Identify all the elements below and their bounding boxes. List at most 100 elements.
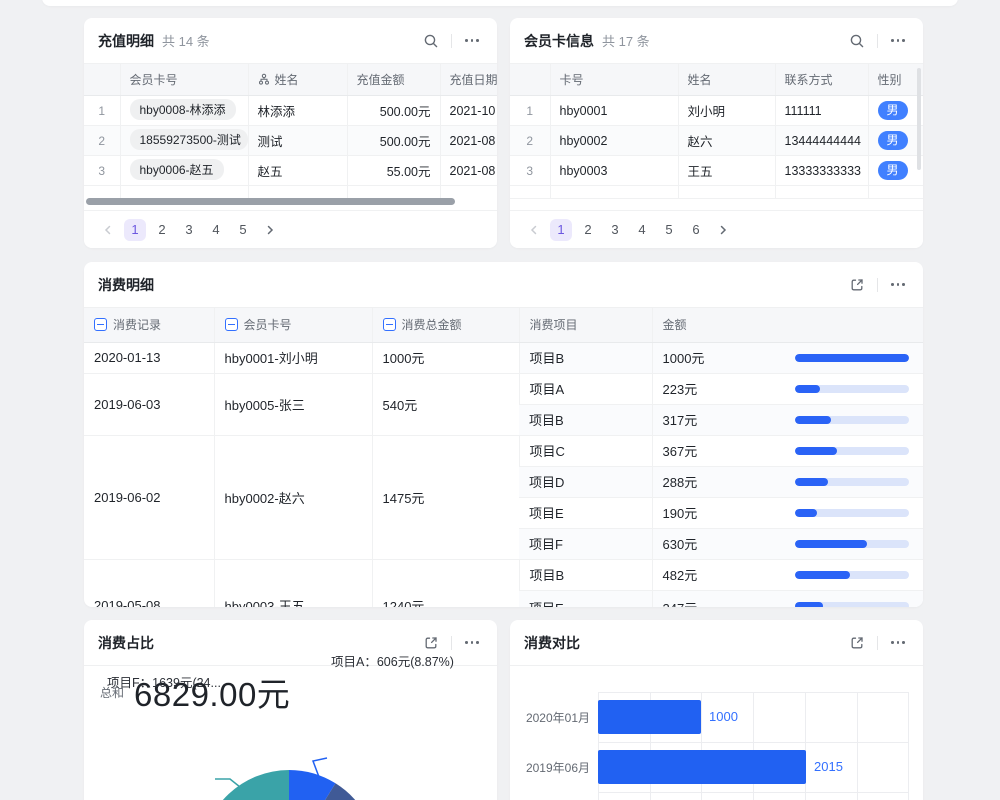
table-row: 2019-06-02hby0002-赵六1475元项目C367元 <box>84 435 923 466</box>
member-card-pill: hby0006-赵五 <box>130 159 224 180</box>
amount-bar-track <box>795 602 909 608</box>
consumption-panel: 消费明细 消费记录会员卡号消费总金额消费项目金额 2020-01-13hby00… <box>84 262 923 607</box>
member-pagination: 123456 <box>510 210 923 248</box>
expand-icon[interactable] <box>846 274 868 296</box>
table-row: 3hby0003王五13333333333男 <box>510 156 923 186</box>
cell-amount: 367元 <box>652 435 923 466</box>
cell-contact: 13333333333 <box>775 156 868 186</box>
cell-member-card: 18559273500-测试 <box>120 126 248 156</box>
page-number[interactable]: 1 <box>550 219 572 241</box>
more-icon[interactable] <box>887 30 909 52</box>
more-icon[interactable] <box>461 632 483 654</box>
column-header: 消费项目 <box>519 308 652 342</box>
column-header: 卡号 <box>550 64 678 96</box>
search-icon[interactable] <box>846 30 868 52</box>
panel-title: 会员卡信息 <box>524 31 594 51</box>
recharge-table: 会员卡号姓名充值金额充值日期 1hby0008-林添添林添添500.00元202… <box>84 63 497 199</box>
collapse-group-icon[interactable] <box>383 318 396 331</box>
panel-title: 充值明细 <box>98 31 154 51</box>
row-index: 3 <box>84 156 120 186</box>
page-number[interactable]: 2 <box>151 219 173 241</box>
cell-date: 2021-10 <box>440 96 497 126</box>
pie-label-f: 项目F：1639元(24... <box>107 672 221 691</box>
member-card-pill: hby0008-林添添 <box>130 99 236 120</box>
bar-chart[interactable]: 2020年01月10002019年06月2015 <box>510 666 923 800</box>
partial-row <box>84 186 497 199</box>
cell-project: 项目D <box>519 466 652 497</box>
gender-badge: 男 <box>878 131 908 150</box>
more-icon[interactable] <box>461 30 483 52</box>
collapse-group-icon[interactable] <box>94 318 107 331</box>
cell-gender: 男 <box>868 156 923 186</box>
row-index: 2 <box>510 126 550 156</box>
cell-amount: 55.00元 <box>347 156 440 186</box>
cell-record-date: 2019-06-02 <box>84 435 214 559</box>
cell-project: 项目B <box>519 559 652 590</box>
row-index: 2 <box>84 126 120 156</box>
column-header: 会员卡号 <box>214 308 372 342</box>
horizontal-scrollbar[interactable] <box>86 198 455 205</box>
page-number[interactable]: 5 <box>232 219 254 241</box>
more-icon[interactable] <box>887 274 909 296</box>
pie-panel: 消费占比 总和 6829.00元 项目A：606元(8.87%) 项目F：163… <box>84 620 497 800</box>
cell-amount: 630元 <box>652 528 923 559</box>
amount-bar-fill <box>795 385 820 393</box>
page-number[interactable]: 1 <box>124 219 146 241</box>
category-label: 2019年06月 <box>518 759 590 776</box>
amount-bar-fill <box>795 447 837 455</box>
page-number[interactable]: 3 <box>178 219 200 241</box>
recharge-panel-header: 充值明细 共 14 条 <box>84 18 497 63</box>
page-number[interactable]: 5 <box>658 219 680 241</box>
table-row: 1hby0008-林添添林添添500.00元2021-10 <box>84 96 497 126</box>
barchart-panel-header: 消费对比 <box>510 620 923 666</box>
divider <box>451 34 452 48</box>
pagination-prev[interactable] <box>523 219 545 241</box>
search-icon[interactable] <box>420 30 442 52</box>
page-number[interactable]: 4 <box>631 219 653 241</box>
bar-value-label: 1000 <box>709 709 738 724</box>
gridline <box>857 692 858 800</box>
amount-bar-track <box>795 509 909 517</box>
cell-name: 赵五 <box>248 156 347 186</box>
collapse-group-icon[interactable] <box>225 318 238 331</box>
pie-chart[interactable] <box>84 720 497 800</box>
amount-bar-track <box>795 571 909 579</box>
cell-amount: 500.00元 <box>347 126 440 156</box>
pagination-prev[interactable] <box>97 219 119 241</box>
bar-value-label: 2015 <box>814 759 843 774</box>
divider <box>877 636 878 650</box>
page-number[interactable]: 2 <box>577 219 599 241</box>
partial-row <box>510 186 923 199</box>
gridline <box>598 692 908 693</box>
page-number[interactable]: 3 <box>604 219 626 241</box>
page-number[interactable]: 4 <box>205 219 227 241</box>
table-row: 1hby0001刘小明111111男 <box>510 96 923 126</box>
cell-contact: 111111 <box>775 96 868 126</box>
bar[interactable] <box>598 700 701 734</box>
amount-bar-fill <box>795 571 850 579</box>
cell-amount: 247元 <box>652 590 923 607</box>
divider <box>877 278 878 292</box>
vertical-scrollbar[interactable] <box>917 68 921 170</box>
expand-icon[interactable] <box>846 632 868 654</box>
cell-gender: 男 <box>868 96 923 126</box>
member-card-pill: 18559273500-测试 <box>130 129 248 150</box>
pagination-next[interactable] <box>259 219 281 241</box>
cell-project: 项目B <box>519 404 652 435</box>
panel-title: 消费明细 <box>98 275 154 295</box>
page-number[interactable]: 6 <box>685 219 707 241</box>
dashboard: 充值明细 共 14 条 会员卡号姓名充值金额充值日期 1hby0008-林添添林… <box>0 0 1000 800</box>
member-panel: 会员卡信息 共 17 条 卡号姓名联系方式性别 1hby0001刘小明11111… <box>510 18 923 248</box>
cell-name: 林添添 <box>248 96 347 126</box>
recharge-panel: 充值明细 共 14 条 会员卡号姓名充值金额充值日期 1hby0008-林添添林… <box>84 18 497 248</box>
cell-name: 刘小明 <box>678 96 775 126</box>
more-icon[interactable] <box>887 632 909 654</box>
cell-card-no: hby0002 <box>550 126 678 156</box>
divider <box>451 636 452 650</box>
cell-contact: 13444444444 <box>775 126 868 156</box>
bar[interactable] <box>598 750 806 784</box>
cell-amount: 223元 <box>652 373 923 404</box>
pagination-next[interactable] <box>712 219 734 241</box>
cell-card-no: hby0003 <box>550 156 678 186</box>
amount-value: 317元 <box>663 413 698 428</box>
